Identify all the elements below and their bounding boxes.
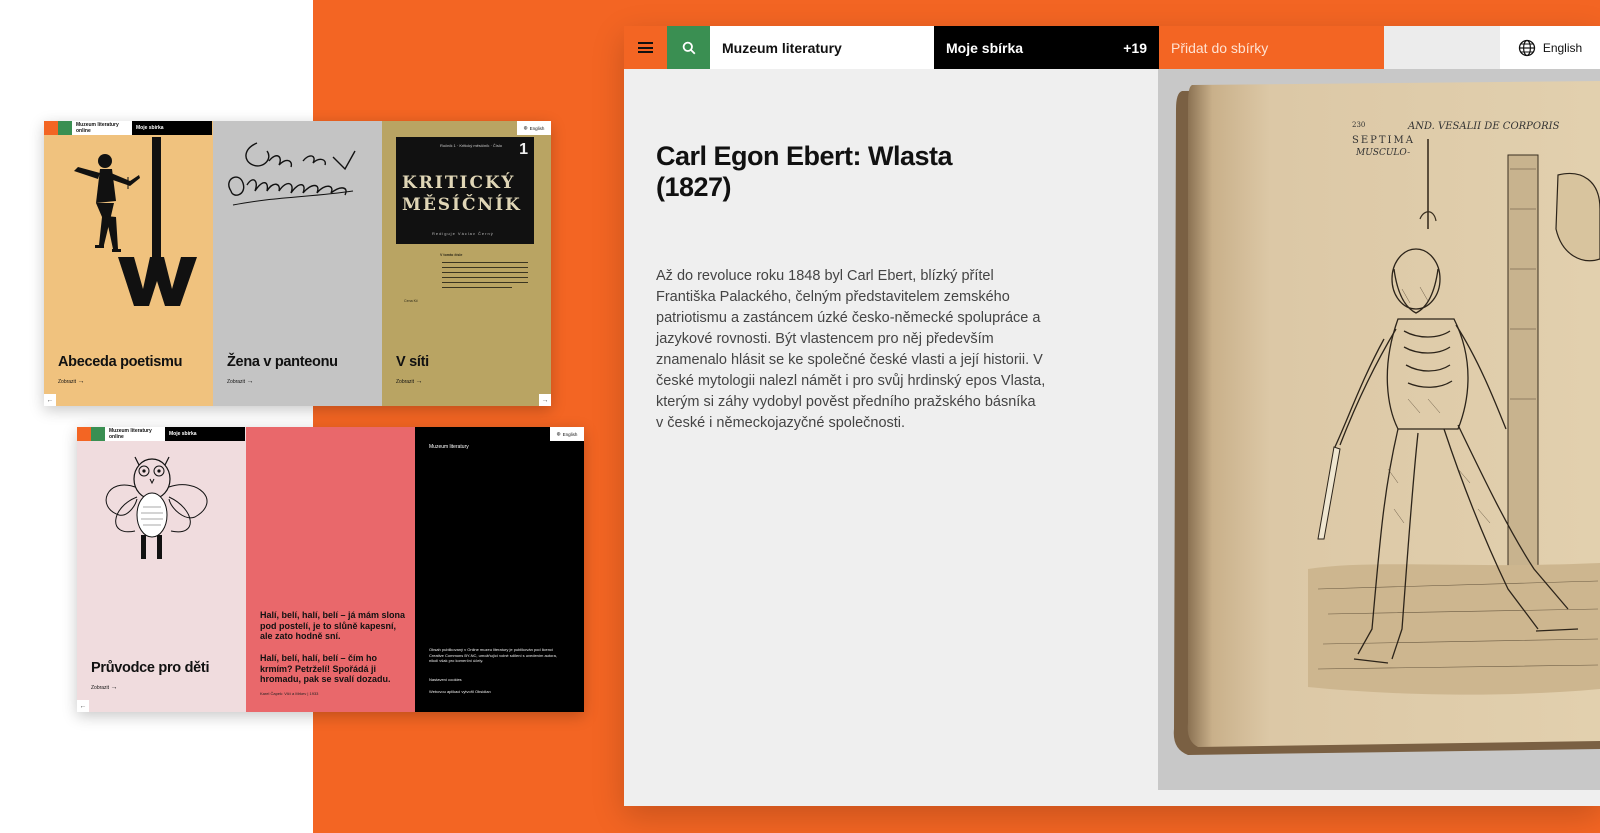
next-button[interactable]: → [539, 394, 551, 406]
card-zena-v-panteonu[interactable]: Žena v panteonu Zobrazit → [213, 121, 382, 406]
globe-icon [1518, 39, 1535, 56]
credits-link[interactable]: Webovou aplikaci vytvořil Obsidian [429, 689, 559, 695]
arrow-right-icon: → [110, 684, 118, 691]
add-to-collection-button[interactable]: Přidat do sbírky [1159, 26, 1384, 69]
prev-button[interactable]: ← [44, 394, 56, 406]
site-title[interactable]: Muzeum literatury online [72, 121, 132, 135]
menu-button[interactable] [624, 26, 667, 69]
language-button[interactable]: ◍ English [517, 121, 551, 135]
card-v-siti[interactable]: Ročník 1 · Kritický měsíčník · Číslo 1 K… [382, 121, 551, 406]
site-title[interactable]: Muzeum literatury online [105, 427, 165, 441]
my-collection-button[interactable]: Moje sbírka [132, 121, 212, 135]
mini-topbar: Muzeum literatury online Moje sbírka [44, 121, 212, 135]
card-abeceda-poetismu[interactable]: Abeceda poetismu Zobrazit → [44, 121, 213, 406]
hamburger-icon [638, 42, 653, 53]
card-link[interactable]: Zobrazit → [58, 378, 84, 385]
prev-button[interactable]: ← [77, 700, 89, 712]
my-collection-button[interactable]: Moje sbírka [165, 427, 245, 441]
language-button[interactable]: English [1500, 26, 1600, 69]
top-navigation: Muzeum literatury Moje sbírka +19 Přidat… [624, 26, 1600, 69]
language-label: English [1542, 40, 1583, 55]
globe-icon: ◍ [556, 431, 561, 436]
preview-screen-collections: Abeceda poetismu Zobrazit → Žena v pante… [44, 121, 551, 406]
card-title: Žena v panteonu [227, 354, 338, 370]
article-text: Až do revoluce roku 1848 byl Carl Ebert,… [656, 268, 1046, 431]
svg-text:230: 230 [1352, 121, 1365, 129]
card-link[interactable]: Zobrazit → [91, 684, 117, 691]
footer-panel: Muzeum literatury Obsah publikovaný v On… [415, 427, 584, 712]
search-button[interactable] [667, 26, 710, 69]
collection-count: +19 [1123, 39, 1147, 56]
cookies-link[interactable]: Nastavení cookies [429, 677, 559, 683]
search-button[interactable] [58, 121, 72, 135]
quote-first: Halí, belí, halí, belí – já mám slona po… [260, 610, 406, 641]
globe-icon: ◍ [523, 125, 528, 130]
detail-window: Muzeum literatury Moje sbírka +19 Přidat… [624, 26, 1600, 806]
footer-license-text: Obsah publikovaný v Online muzeu literat… [429, 647, 557, 663]
language-button[interactable]: ◍ English [550, 427, 584, 441]
card-title: V síti [396, 354, 429, 370]
footer-title: Muzeum literatury [429, 444, 469, 450]
card-title: Průvodce pro děti [91, 660, 210, 676]
card-link[interactable]: Zobrazit → [396, 378, 422, 385]
site-title[interactable]: Muzeum literatury [710, 26, 934, 69]
quote-second: Halí, belí, halí, belí – čím ho krmím? P… [260, 653, 391, 684]
menu-button[interactable] [77, 427, 91, 441]
quote-source: Karel Čapek: Vlčí a Mrkev | 1933 [260, 691, 319, 696]
card-pruvodce-pro-deti[interactable]: Průvodce pro děti Zobrazit → [77, 427, 246, 712]
arrow-right-icon: → [246, 378, 254, 385]
topbar-spacer [1384, 26, 1500, 69]
menu-button[interactable] [44, 121, 58, 135]
arrow-right-icon: → [77, 378, 85, 385]
card-link[interactable]: Zobrazit → [227, 378, 253, 385]
search-button[interactable] [91, 427, 105, 441]
anatomy-book-image: 230 AND. VESALII DE CORPORIS SEPTIMA MUS… [1173, 81, 1600, 755]
svg-text:AND. VESALII DE CORPORIS: AND. VESALII DE CORPORIS [1407, 121, 1560, 132]
svg-text:SEPTIMA: SEPTIMA [1352, 135, 1415, 146]
page-title: Carl Egon Ebert: Wlasta (1827) [656, 141, 953, 202]
artwork-image[interactable]: 230 AND. VESALII DE CORPORIS SEPTIMA MUS… [1158, 69, 1600, 790]
search-icon [682, 41, 695, 54]
arrow-right-icon: → [415, 378, 423, 385]
mini-topbar: Muzeum literatury online Moje sbírka [77, 427, 245, 441]
quote-panel: Halí, belí, halí, belí – já mám slona po… [246, 427, 415, 712]
svg-text:MUSCULO-: MUSCULO- [1355, 148, 1410, 158]
collection-label: Moje sbírka [946, 39, 1024, 56]
card-title: Abeceda poetismu [58, 354, 183, 370]
preview-screen-kids-guide: Průvodce pro děti Zobrazit → Halí, belí,… [77, 427, 584, 712]
magazine-cover: Ročník 1 · Kritický měsíčník · Číslo 1 K… [396, 137, 534, 244]
my-collection-button[interactable]: Moje sbírka +19 [934, 26, 1159, 69]
